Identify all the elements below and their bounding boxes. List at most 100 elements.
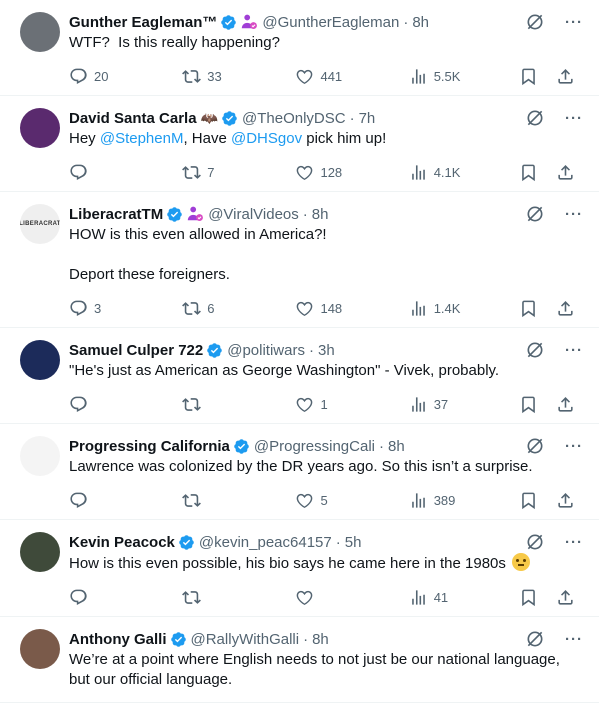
repost-button[interactable]: 6 xyxy=(182,299,295,318)
more-icon[interactable]: ··· xyxy=(565,206,583,223)
like-button[interactable]: 128 xyxy=(295,163,408,182)
handle[interactable]: @politiwars xyxy=(227,342,305,359)
reply-button[interactable] xyxy=(69,588,182,607)
grok-icon[interactable] xyxy=(525,436,545,456)
grok-icon[interactable] xyxy=(525,12,545,32)
mention-link[interactable]: @StephenM xyxy=(100,130,184,147)
more-icon[interactable]: ··· xyxy=(565,534,583,551)
grok-icon[interactable] xyxy=(525,629,545,649)
repost-button[interactable]: 7 xyxy=(182,163,295,182)
affiliate-badge-icon xyxy=(242,14,258,30)
like-button[interactable]: 441 xyxy=(295,67,408,86)
reply-button[interactable]: 3 xyxy=(69,299,182,318)
repost-button[interactable]: 33 xyxy=(182,67,295,86)
reply-icon xyxy=(69,588,88,607)
more-icon[interactable]: ··· xyxy=(565,438,583,455)
avatar[interactable] xyxy=(20,532,60,572)
display-name[interactable]: Samuel Culper 722 xyxy=(69,342,203,359)
grok-icon[interactable] xyxy=(525,204,545,224)
separator-dot: · xyxy=(303,630,309,648)
reply-button[interactable] xyxy=(69,163,182,182)
views-icon xyxy=(409,491,428,510)
handle[interactable]: @GuntherEagleman xyxy=(262,14,399,31)
views-button[interactable]: 41 xyxy=(409,588,519,607)
views-button[interactable]: 4.1K xyxy=(409,163,519,182)
bookmark-icon[interactable] xyxy=(519,67,538,86)
timestamp[interactable]: 8h xyxy=(388,438,405,455)
views-icon xyxy=(409,67,428,86)
repost-button[interactable] xyxy=(182,588,295,607)
tweet[interactable]: Samuel Culper 722 @politiwars · 3h "He's jus… xyxy=(0,328,599,424)
handle[interactable]: @ViralVideos xyxy=(208,206,299,223)
grok-icon[interactable] xyxy=(525,532,545,552)
handle[interactable]: @kevin_peac64157 xyxy=(199,534,332,551)
timestamp[interactable]: 8h xyxy=(312,206,329,223)
share-icon[interactable] xyxy=(556,299,575,318)
handle[interactable]: @ProgressingCali xyxy=(254,438,375,455)
action-bar: 3 6 148 1.4K xyxy=(69,289,575,327)
share-icon[interactable] xyxy=(556,67,575,86)
reply-button[interactable]: 20 xyxy=(69,67,182,86)
views-button[interactable]: 1.4K xyxy=(409,299,519,318)
repost-button[interactable] xyxy=(182,491,295,510)
timestamp[interactable]: 8h xyxy=(412,14,429,31)
share-icon[interactable] xyxy=(556,395,575,414)
tweet[interactable]: LIBERACRAT LiberacratTM @ViralVideos · 8h HOW… xyxy=(0,192,599,328)
timestamp[interactable]: 7h xyxy=(359,110,376,127)
grok-icon[interactable] xyxy=(525,340,545,360)
display-name[interactable]: Anthony Galli xyxy=(69,631,167,648)
tweet[interactable]: Kevin Peacock @kevin_peac64157 · 5h How is t… xyxy=(0,520,599,617)
views-icon xyxy=(409,395,428,414)
display-name[interactable]: Kevin Peacock xyxy=(69,534,175,551)
timestamp[interactable]: 5h xyxy=(345,534,362,551)
avatar[interactable]: LIBERACRAT xyxy=(20,204,60,244)
repost-count: 6 xyxy=(207,300,215,316)
repost-button[interactable] xyxy=(182,395,295,414)
share-icon[interactable] xyxy=(556,491,575,510)
more-icon[interactable]: ··· xyxy=(565,631,583,648)
tweet[interactable]: Progressing California @ProgressingCali · 8… xyxy=(0,424,599,520)
like-button[interactable] xyxy=(295,588,408,607)
like-button[interactable]: 5 xyxy=(295,491,408,510)
timestamp[interactable]: 8h xyxy=(312,631,329,648)
bookmark-icon[interactable] xyxy=(519,395,538,414)
avatar[interactable] xyxy=(20,108,60,148)
views-button[interactable]: 5.5K xyxy=(409,67,519,86)
avatar[interactable] xyxy=(20,12,60,52)
reply-button[interactable] xyxy=(69,395,182,414)
bookmark-icon[interactable] xyxy=(519,491,538,510)
views-button[interactable]: 389 xyxy=(409,491,519,510)
grok-icon[interactable] xyxy=(525,108,545,128)
like-button[interactable]: 148 xyxy=(295,299,408,318)
bookmark-icon[interactable] xyxy=(519,588,538,607)
tweet[interactable]: Gunther Eagleman™ @GuntherEagleman · 8h WTF?… xyxy=(0,0,599,96)
display-name[interactable]: David Santa Carla xyxy=(69,110,197,127)
avatar[interactable] xyxy=(20,629,60,669)
mention-link[interactable]: @DHSgov xyxy=(231,130,302,147)
avatar[interactable] xyxy=(20,436,60,476)
like-button[interactable]: 1 xyxy=(295,395,408,414)
view-count: 41 xyxy=(433,589,449,605)
tweet[interactable]: Anthony Galli @RallyWithGalli · 8h We’re at … xyxy=(0,617,599,703)
display-name[interactable]: LiberacratTM xyxy=(69,206,163,223)
display-name[interactable]: Gunther Eagleman™ xyxy=(69,14,217,31)
more-icon[interactable]: ··· xyxy=(565,14,583,31)
share-icon[interactable] xyxy=(556,163,575,182)
share-icon[interactable] xyxy=(556,588,575,607)
tweet[interactable]: David Santa Carla 🦇 @TheOnlyDSC · 7h Hey @Ste… xyxy=(0,96,599,192)
more-icon[interactable]: ··· xyxy=(565,342,583,359)
like-count: 148 xyxy=(320,300,343,316)
bookmark-icon[interactable] xyxy=(519,299,538,318)
display-name[interactable]: Progressing California xyxy=(69,438,230,455)
tweet-text: Hey @StephenM, Have @DHSgov pick him up! xyxy=(69,129,575,149)
more-icon[interactable]: ··· xyxy=(565,110,583,127)
views-button[interactable]: 37 xyxy=(409,395,519,414)
reply-button[interactable] xyxy=(69,491,182,510)
tweet-text: We’re at a point where English needs to … xyxy=(69,650,575,690)
bookmark-icon[interactable] xyxy=(519,163,538,182)
repost-count: 33 xyxy=(207,68,222,84)
handle[interactable]: @RallyWithGalli xyxy=(191,631,300,648)
avatar[interactable] xyxy=(20,340,60,380)
handle[interactable]: @TheOnlyDSC xyxy=(242,110,346,127)
timestamp[interactable]: 3h xyxy=(318,342,335,359)
